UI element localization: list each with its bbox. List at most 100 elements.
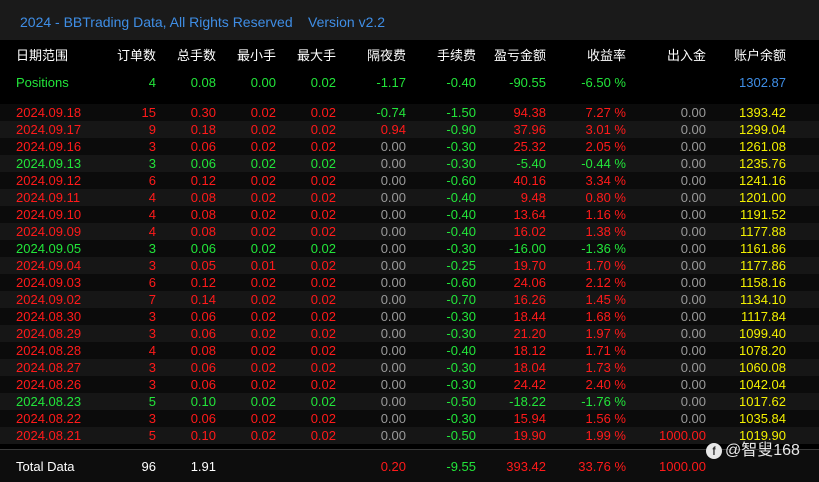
- cell-rate: 0.80 %: [585, 190, 626, 205]
- cell-io: 0.00: [680, 360, 706, 375]
- cell-max: 0.02: [310, 275, 336, 290]
- cell-max: 0.02: [310, 173, 336, 188]
- table-row: 2024.09.03 6 0.12 0.02 0.02 0.00 -0.60 24.06 2.1…: [0, 274, 819, 291]
- cell-max: 0.02: [310, 105, 336, 120]
- cell-date: 2024.09.04: [16, 258, 82, 273]
- cell-rate: 1.45 %: [585, 292, 626, 307]
- cell-rate: -0.44 %: [581, 156, 626, 171]
- cell-io: 0.00: [680, 411, 706, 426]
- positions-orders: 4: [148, 75, 156, 90]
- cell-swap: 0.00: [380, 411, 406, 426]
- table-row: 2024.09.16 3 0.06 0.02 0.02 0.00 -0.30 25.32 2.0…: [0, 138, 819, 155]
- cell-swap: 0.00: [380, 377, 406, 392]
- cell-swap: 0.00: [380, 173, 406, 188]
- cell-pnl: 16.26: [513, 292, 546, 307]
- cell-orders: 6: [148, 173, 156, 188]
- cell-io: 0.00: [680, 309, 706, 324]
- cell-max: 0.02: [310, 190, 336, 205]
- cell-rate: 1.99 %: [585, 428, 626, 443]
- positions-rate: -6.50 %: [581, 75, 626, 90]
- table-row: 2024.08.23 5 0.10 0.02 0.02 0.00 -0.50 -18.22 -1…: [0, 393, 819, 410]
- cell-max: 0.02: [310, 156, 336, 171]
- cell-balance: 1099.40: [739, 326, 786, 341]
- cell-pnl: 18.12: [513, 343, 546, 358]
- cell-io: 1000.00: [659, 428, 706, 443]
- cell-pnl: 16.02: [513, 224, 546, 239]
- cell-fee: -0.40: [446, 207, 476, 222]
- total-io: 1000.00: [659, 459, 706, 474]
- cell-lots: 0.14: [190, 292, 216, 307]
- positions-min: 0.00: [250, 75, 276, 90]
- cell-date: 2024.09.10: [16, 207, 82, 222]
- cell-lots: 0.12: [190, 275, 216, 290]
- cell-pnl: 21.20: [513, 326, 546, 341]
- positions-label: Positions: [16, 75, 69, 90]
- cell-rate: 7.27 %: [585, 105, 626, 120]
- cell-min: 0.02: [250, 275, 276, 290]
- table-header: 日期范围 订单数 总手数 最小手 最大手 隔夜费 手续费 盈亏金额 收益率 出入金 账户余额: [0, 41, 819, 65]
- cell-pnl: 15.94: [513, 411, 546, 426]
- header-cell: 盈亏金额: [493, 48, 546, 63]
- cell-date: 2024.09.11: [16, 190, 81, 205]
- cell-min: 0.02: [250, 156, 276, 171]
- cell-fee: -0.30: [446, 411, 476, 426]
- cell-io: 0.00: [680, 292, 706, 307]
- cell-swap: 0.00: [380, 190, 406, 205]
- cell-orders: 3: [148, 139, 156, 154]
- cell-lots: 0.06: [190, 139, 216, 154]
- cell-rate: 1.38 %: [585, 224, 626, 239]
- cell-pnl: -16.00: [509, 241, 546, 256]
- cell-max: 0.02: [310, 394, 336, 409]
- cell-lots: 0.12: [190, 173, 216, 188]
- header-cell: 订单数: [116, 48, 156, 63]
- cell-lots: 0.08: [190, 224, 216, 239]
- header-cell: 隔夜费: [366, 48, 406, 63]
- cell-pnl: -18.22: [509, 394, 546, 409]
- cell-balance: 1117.84: [740, 309, 786, 324]
- cell-max: 0.02: [310, 428, 336, 443]
- cell-io: 0.00: [680, 105, 706, 120]
- cell-io: 0.00: [680, 275, 706, 290]
- cell-orders: 3: [148, 309, 156, 324]
- total-orders: 96: [141, 459, 156, 474]
- cell-balance: 1299.04: [739, 122, 786, 137]
- cell-date: 2024.09.05: [16, 241, 82, 256]
- cell-lots: 0.08: [190, 207, 216, 222]
- cell-date: 2024.08.23: [16, 394, 82, 409]
- table-row: 2024.09.09 4 0.08 0.02 0.02 0.00 -0.40 16.02 1.3…: [0, 223, 819, 240]
- cell-date: 2024.09.03: [16, 275, 82, 290]
- total-row: Total Data 96 1.91 0.20 -9.55 393.42 33.…: [0, 449, 819, 482]
- cell-min: 0.02: [250, 105, 276, 120]
- cell-pnl: 19.90: [513, 428, 546, 443]
- cell-date: 2024.08.27: [16, 360, 82, 375]
- cell-lots: 0.06: [190, 156, 216, 171]
- total-fee: -9.55: [446, 459, 476, 474]
- cell-swap: 0.00: [380, 207, 406, 222]
- cell-orders: 5: [148, 428, 156, 443]
- cell-rate: 1.70 %: [585, 258, 626, 273]
- cell-swap: 0.94: [380, 122, 406, 137]
- table-row: 2024.08.21 5 0.10 0.02 0.02 0.00 -0.50 19.90 1.9…: [0, 427, 819, 444]
- cell-pnl: 18.04: [513, 360, 546, 375]
- cell-balance: 1042.04: [739, 377, 786, 392]
- table-row: 2024.09.05 3 0.06 0.02 0.02 0.00 -0.30 -16.00 -1…: [0, 240, 819, 257]
- header-cell: 手续费: [436, 48, 476, 63]
- cell-max: 0.02: [310, 309, 336, 324]
- cell-fee: -0.30: [446, 326, 476, 341]
- cell-lots: 0.06: [190, 326, 216, 341]
- cell-balance: 1158.16: [739, 275, 786, 290]
- cell-min: 0.02: [250, 207, 276, 222]
- cell-pnl: -5.40: [516, 156, 546, 171]
- cell-lots: 0.10: [190, 428, 216, 443]
- positions-max: 0.02: [310, 75, 336, 90]
- cell-io: 0.00: [680, 156, 706, 171]
- cell-date: 2024.09.17: [16, 122, 82, 137]
- total-swap: 0.20: [380, 459, 406, 474]
- cell-fee: -0.40: [446, 224, 476, 239]
- table-row: 2024.08.26 3 0.06 0.02 0.02 0.00 -0.30 24.42 2.4…: [0, 376, 819, 393]
- table-row: 2024.09.02 7 0.14 0.02 0.02 0.00 -0.70 16.26 1.4…: [0, 291, 819, 308]
- cell-date: 2024.08.28: [16, 343, 82, 358]
- cell-lots: 0.08: [190, 190, 216, 205]
- table-row: 2024.08.22 3 0.06 0.02 0.02 0.00 -0.30 15.94 1.5…: [0, 410, 819, 427]
- cell-fee: -0.30: [446, 139, 476, 154]
